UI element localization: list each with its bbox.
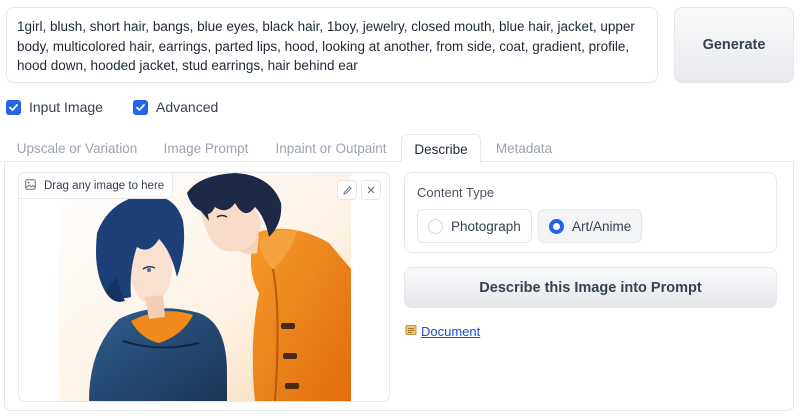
input-image-checkbox[interactable]: Input Image [6,99,103,115]
document-link[interactable]: Document [405,324,480,339]
tab-describe[interactable]: Describe [401,134,481,163]
content-type-label: Content Type [417,185,495,200]
tab-inpaint-or-outpaint[interactable]: Inpaint or Outpaint [266,134,396,162]
drag-image-label: Drag any image to here [19,173,174,199]
radio-photograph[interactable]: Photograph [417,209,532,243]
radio-art-anime-label: Art/Anime [572,218,632,234]
tab-upscale-or-variation[interactable]: Upscale or Variation [8,134,146,162]
advanced-label: Advanced [156,99,219,115]
content-type-group: Content Type Photograph Art/Anime [404,172,777,253]
scroll-icon [405,324,417,339]
radio-selected-icon[interactable] [549,218,564,234]
advanced-checkbox[interactable]: Advanced [133,99,218,115]
uploaded-anime-artwork [59,173,351,401]
close-icon[interactable] [361,180,381,200]
radio-unselected-icon[interactable] [428,218,443,234]
tab-metadata[interactable]: Metadata [486,134,562,162]
input-image-label: Input Image [29,99,103,115]
tab-image-prompt[interactable]: Image Prompt [151,134,261,162]
generate-button[interactable]: Generate [674,7,794,83]
document-link-text[interactable]: Document [421,324,480,339]
describe-image-button[interactable]: Describe this Image into Prompt [404,267,777,308]
image-upload-area[interactable]: Drag any image to here [18,172,390,402]
drag-label-text: Drag any image to here [44,179,165,192]
pencil-icon[interactable] [337,180,357,200]
radio-photograph-label: Photograph [451,218,521,234]
image-icon [25,178,36,193]
radio-art-anime[interactable]: Art/Anime [538,209,643,243]
checkbox-checked-icon[interactable] [6,99,21,115]
prompt-textarea[interactable]: 1girl, blush, short hair, bangs, blue ey… [6,7,658,83]
tab-bar: Upscale or Variation Image Prompt Inpain… [0,134,800,163]
checkbox-checked-icon[interactable] [133,99,148,115]
